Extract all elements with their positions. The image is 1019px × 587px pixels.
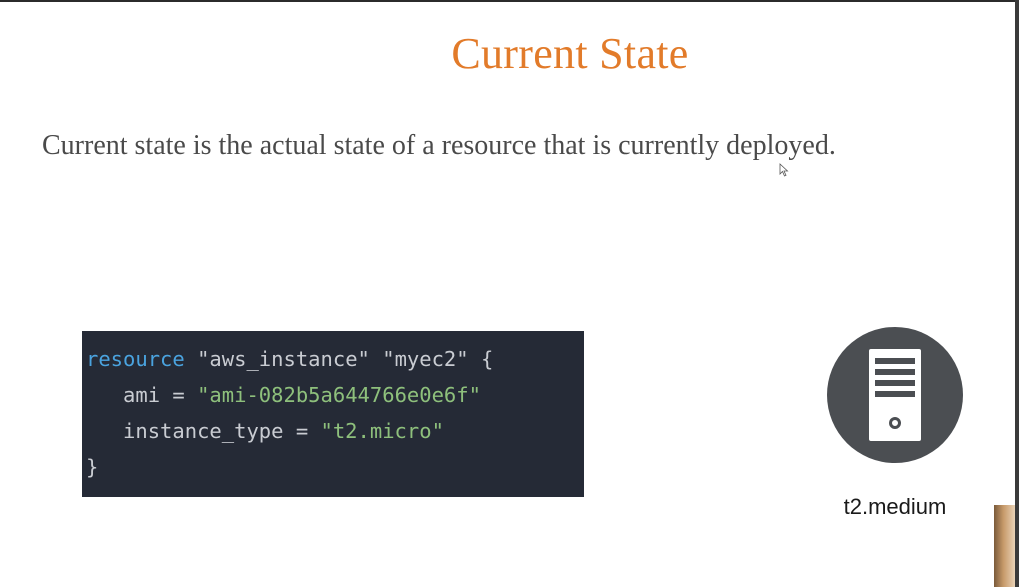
code-ami-value: "ami-082b5a644766e0e6f" [197, 383, 481, 407]
code-instance-type-key: instance_type = [86, 419, 321, 443]
mouse-cursor-icon [779, 163, 789, 177]
top-border [0, 0, 1019, 2]
code-resource-declaration: "aws_instance" "myec2" { [184, 347, 494, 371]
code-keyword: resource [86, 347, 185, 371]
code-line-1: resource "aws_instance" "myec2" { [86, 341, 584, 377]
code-snippet: resource "aws_instance" "myec2" { ami = … [82, 331, 584, 497]
code-line-3: instance_type = "t2.micro" [86, 413, 584, 449]
instance-type-label: t2.medium [843, 494, 947, 519]
code-ami-key: ami = [86, 383, 198, 407]
slide-title: Current State [451, 29, 689, 78]
slide-description: Current state is the actual state of a r… [42, 130, 836, 161]
code-line-4: } [86, 455, 99, 479]
code-line-2: ami = "ami-082b5a644766e0e6f" [86, 377, 584, 413]
right-border [1015, 0, 1019, 587]
code-instance-type-value: "t2.micro" [320, 419, 444, 443]
presenter-video-thumbnail [994, 505, 1015, 587]
server-icon [827, 327, 963, 463]
